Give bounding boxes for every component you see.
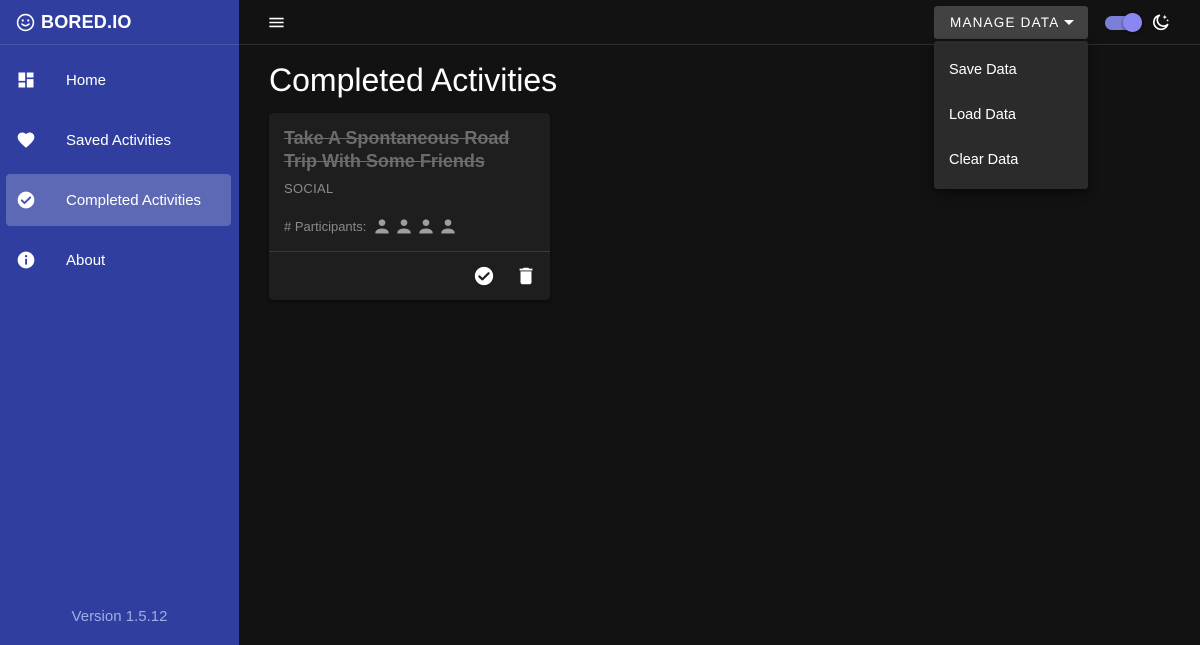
check-circle-icon xyxy=(17,191,35,209)
version-label: Version 1.5.12 xyxy=(71,608,168,625)
participants-row: # Participants: xyxy=(284,216,460,236)
card-divider xyxy=(269,251,550,252)
heart-icon xyxy=(17,132,35,148)
manage-data-label: MANAGE DATA xyxy=(950,15,1060,30)
top-bar: MANAGE DATA xyxy=(239,0,1200,45)
brand[interactable]: BORED.IO xyxy=(0,0,239,45)
person-icon xyxy=(375,219,390,234)
sidebar-item-label: Completed Activities xyxy=(66,191,202,209)
trash-icon[interactable] xyxy=(515,265,537,287)
activity-card: Take A Spontaneous Road Trip With Some F… xyxy=(269,113,550,300)
toggle-thumb xyxy=(1123,13,1142,32)
page-title: Completed Activities xyxy=(269,62,558,98)
sidebar-item-label: Home xyxy=(66,71,107,89)
dashboard-icon xyxy=(18,72,34,88)
person-icon xyxy=(441,219,456,234)
sidebar-item-label: Saved Activities xyxy=(66,131,172,149)
brand-name: BORED.IO xyxy=(41,11,132,32)
check-circle-icon[interactable] xyxy=(473,265,495,287)
activity-type: SOCIAL xyxy=(284,181,334,196)
manage-data-button[interactable]: MANAGE DATA xyxy=(934,6,1088,39)
manage-data-menu: Save Data Load Data Clear Data xyxy=(934,41,1088,189)
person-icon xyxy=(397,219,412,234)
info-icon xyxy=(17,251,35,269)
activity-title: Take A Spontaneous Road Trip With Some F… xyxy=(284,128,510,171)
sidebar-item-saved-activities[interactable]: Saved Activities xyxy=(6,114,231,166)
sidebar: BORED.IO Home Saved Activities Completed… xyxy=(0,0,239,645)
hamburger-menu-icon[interactable] xyxy=(267,13,286,32)
smiley-icon xyxy=(16,13,35,31)
sidebar-item-completed-activities[interactable]: Completed Activities xyxy=(6,174,231,226)
moon-icon xyxy=(1153,14,1169,31)
menu-item-clear-data[interactable]: Clear Data xyxy=(934,137,1088,182)
person-icon xyxy=(419,219,434,234)
theme-toggle[interactable] xyxy=(1105,13,1142,32)
sidebar-item-label: About xyxy=(66,251,106,269)
sidebar-item-home[interactable]: Home xyxy=(6,54,231,106)
sidebar-item-about[interactable]: About xyxy=(6,234,231,286)
menu-item-save-data[interactable]: Save Data xyxy=(934,47,1088,92)
caret-down-icon xyxy=(1064,20,1074,25)
participants-label: # Participants: xyxy=(284,218,367,234)
menu-item-load-data[interactable]: Load Data xyxy=(934,92,1088,137)
